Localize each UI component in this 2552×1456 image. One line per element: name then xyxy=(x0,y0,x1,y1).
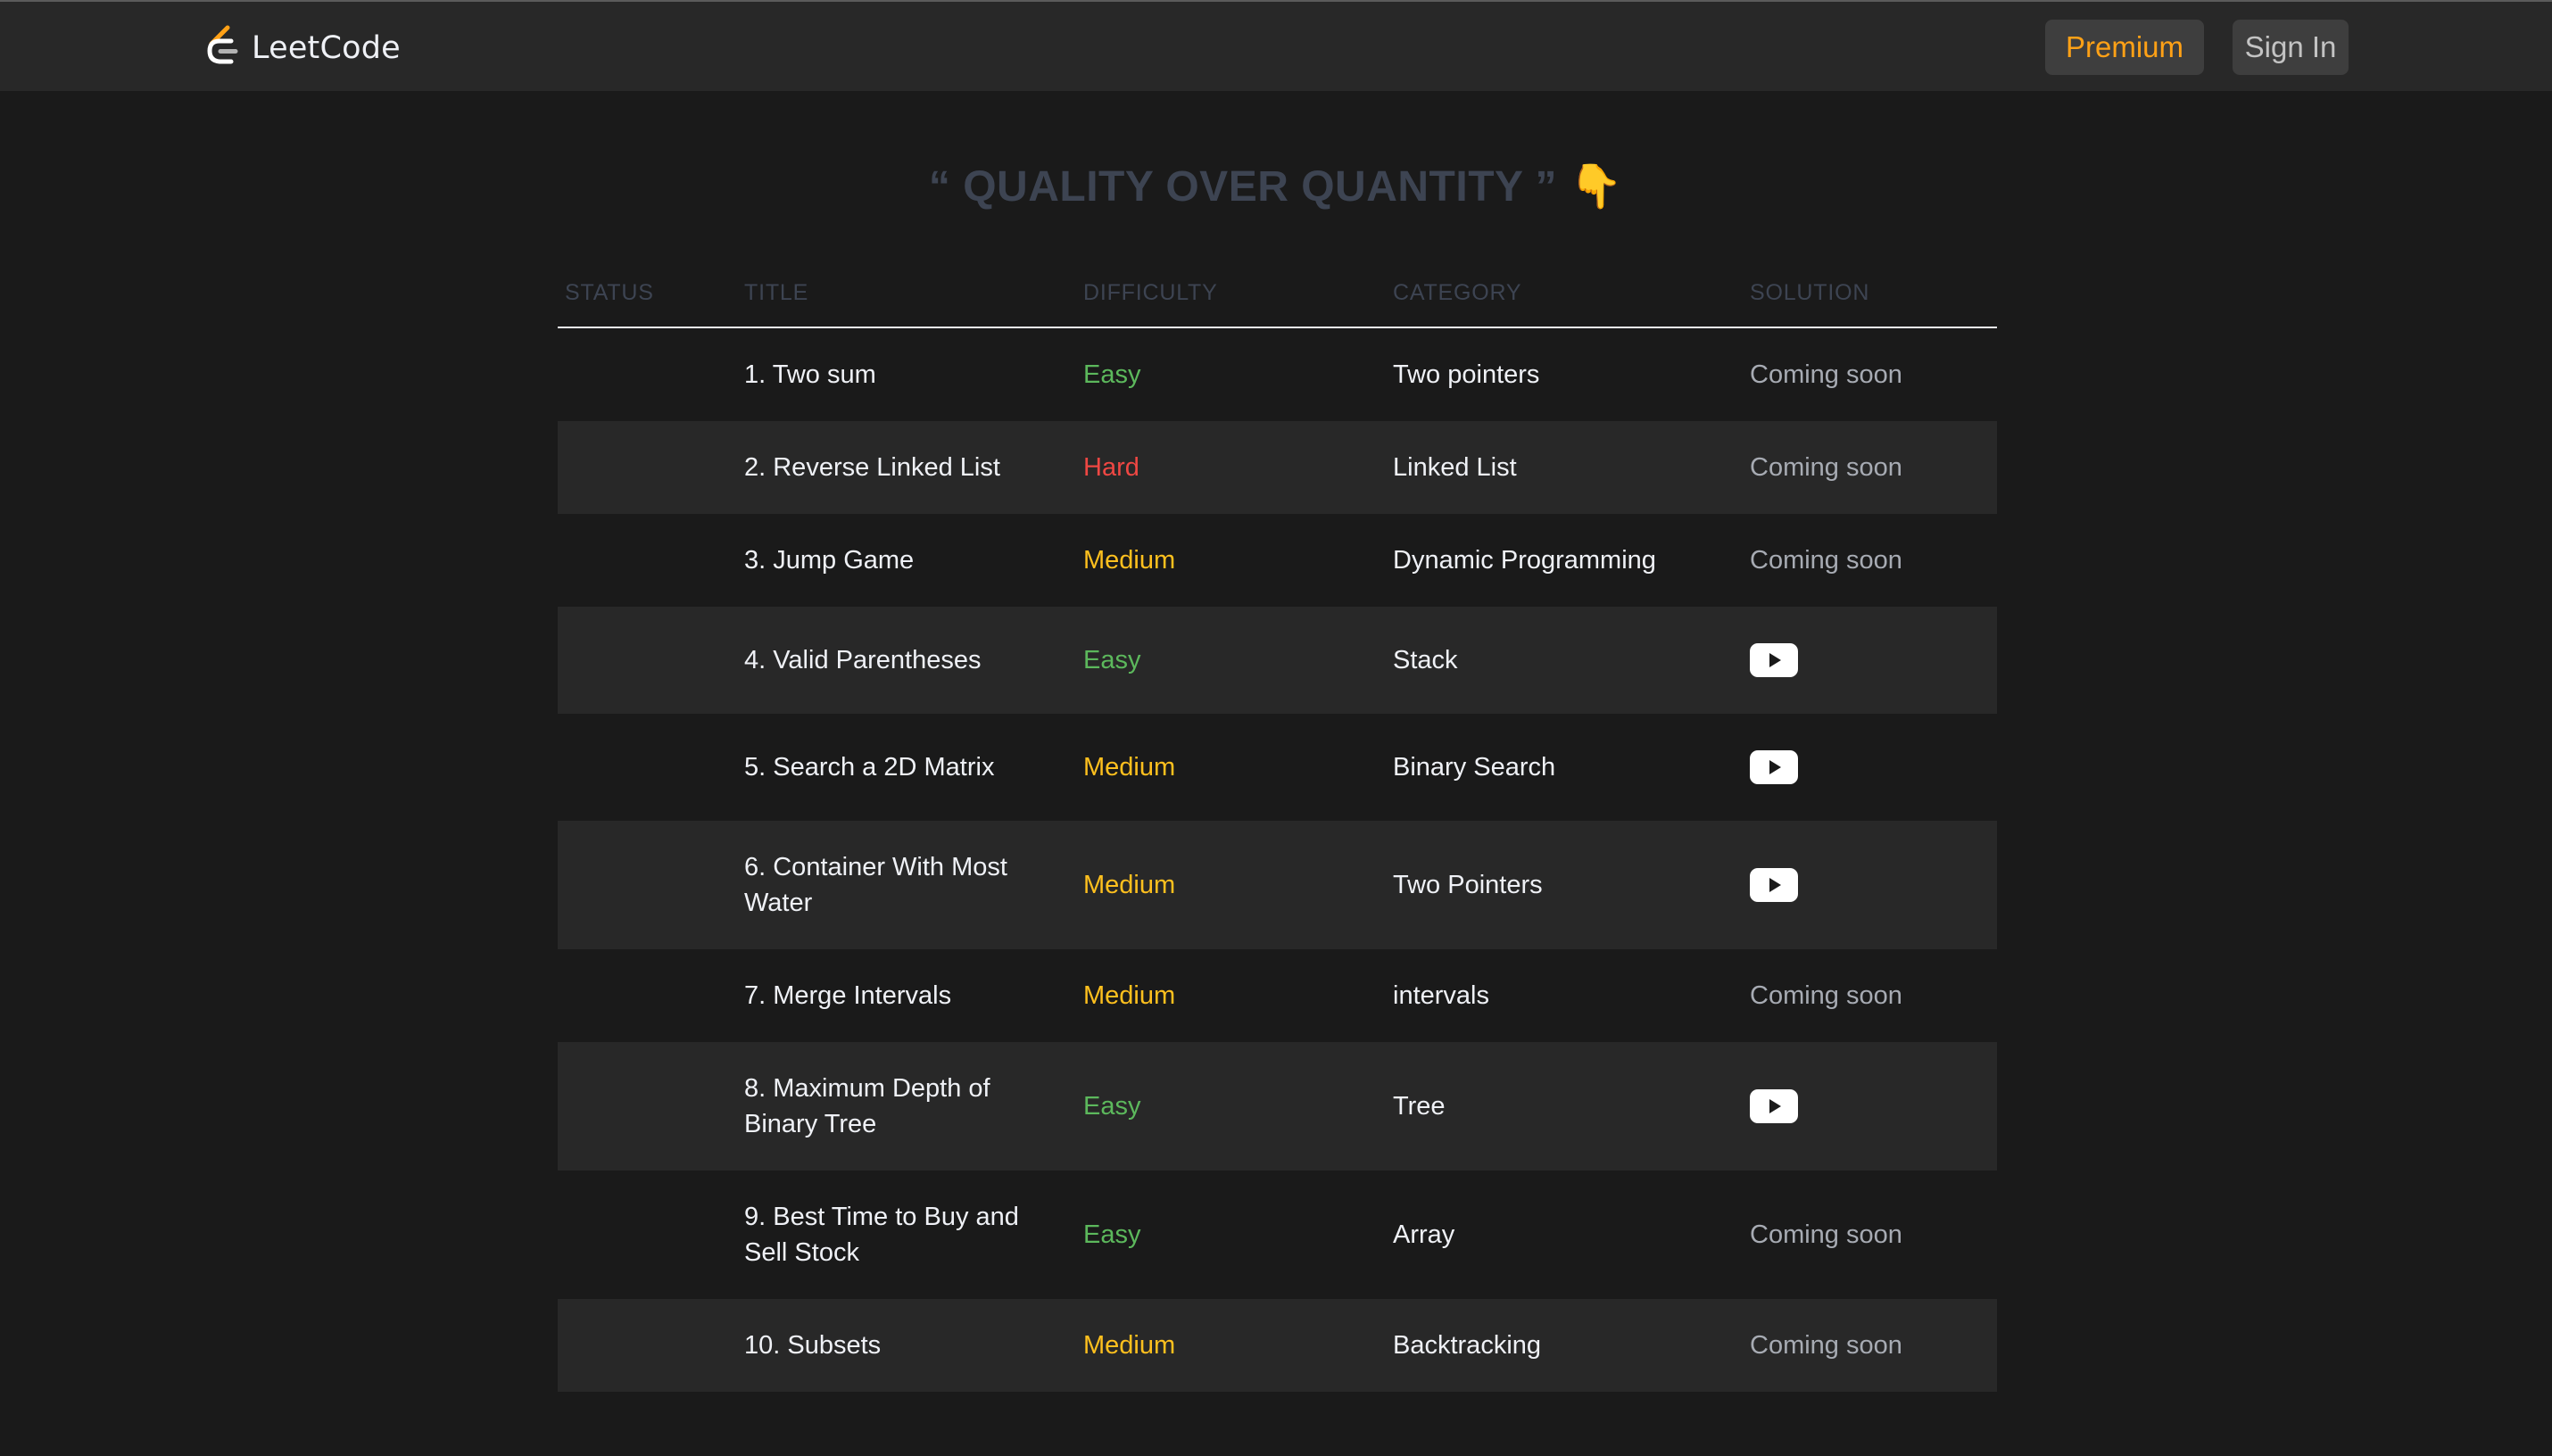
solution-cell xyxy=(1750,607,1798,714)
problem-title-link[interactable]: 7. Merge Intervals xyxy=(744,949,1048,1042)
header-category: CATEGORY xyxy=(1393,280,1522,305)
problem-title-link[interactable]: 8. Maximum Depth of Binary Tree xyxy=(744,1042,1048,1171)
category-label: Two pointers xyxy=(1393,360,1540,389)
heading-text: “ QUALITY OVER QUANTITY ” xyxy=(928,163,1557,211)
problem-title-link[interactable]: 1. Two sum xyxy=(744,328,1048,421)
status-cell xyxy=(565,607,725,714)
solution-cell xyxy=(1750,821,1798,949)
table-row: 8. Maximum Depth of Binary Tree Easy Tree xyxy=(558,1042,1997,1171)
category-label: Binary Search xyxy=(1393,753,1556,782)
table-row: 2. Reverse Linked List Hard Linked List Com… xyxy=(558,421,1997,514)
header-status: STATUS xyxy=(565,280,654,305)
solution-coming-soon: Coming soon xyxy=(1750,546,1902,575)
header-difficulty: DIFFICULTY xyxy=(1083,280,1218,305)
play-triangle-icon xyxy=(1769,1099,1781,1113)
problem-title-link[interactable]: 9. Best Time to Buy and Sell Stock xyxy=(744,1171,1048,1299)
status-cell xyxy=(565,1299,725,1392)
problem-title-link[interactable]: 6. Container With Most Water xyxy=(744,821,1048,949)
difficulty-label: Medium xyxy=(1083,871,1176,899)
difficulty-label: Easy xyxy=(1083,646,1141,674)
play-triangle-icon xyxy=(1769,653,1781,667)
problem-title-link[interactable]: 5. Search a 2D Matrix xyxy=(744,714,1048,821)
play-triangle-icon xyxy=(1769,760,1781,774)
status-cell xyxy=(565,1171,725,1299)
table-header: STATUS TITLE DIFFICULTY CATEGORY SOLUTIO… xyxy=(558,268,1997,328)
status-cell xyxy=(565,328,725,421)
difficulty-label: Easy xyxy=(1083,360,1141,389)
category-label: Two Pointers xyxy=(1393,871,1543,899)
category-label: Array xyxy=(1393,1220,1455,1249)
youtube-play-icon[interactable] xyxy=(1750,868,1798,902)
status-cell xyxy=(565,949,725,1042)
solution-cell xyxy=(1750,714,1798,821)
status-cell xyxy=(565,821,725,949)
status-cell xyxy=(565,421,725,514)
difficulty-label: Hard xyxy=(1083,453,1139,482)
category-label: Backtracking xyxy=(1393,1331,1542,1360)
header-title: TITLE xyxy=(744,280,809,305)
category-label: Dynamic Programming xyxy=(1393,546,1656,575)
brand-name: LeetCode xyxy=(252,30,401,66)
category-label: intervals xyxy=(1393,981,1489,1010)
youtube-play-icon[interactable] xyxy=(1750,1089,1798,1123)
table-row: 7. Merge Intervals Medium intervals Coming … xyxy=(558,949,1997,1042)
solution-coming-soon: Coming soon xyxy=(1750,453,1902,482)
problems-table: STATUS TITLE DIFFICULTY CATEGORY SOLUTIO… xyxy=(558,268,1997,1392)
youtube-play-icon[interactable] xyxy=(1750,750,1798,784)
solution-coming-soon: Coming soon xyxy=(1750,1220,1902,1249)
status-cell xyxy=(565,714,725,821)
table-row: 9. Best Time to Buy and Sell Stock Easy Ar… xyxy=(558,1171,1997,1299)
difficulty-label: Easy xyxy=(1083,1220,1141,1249)
category-label: Tree xyxy=(1393,1092,1446,1121)
table-row: 3. Jump Game Medium Dynamic Programming Com… xyxy=(558,514,1997,607)
solution-coming-soon: Coming soon xyxy=(1750,360,1902,389)
play-triangle-icon xyxy=(1769,878,1781,892)
brand-logo-link[interactable]: LeetCode xyxy=(203,25,401,71)
table-row: 5. Search a 2D Matrix Medium Binary Search xyxy=(558,714,1997,821)
page: LeetCode Premium Sign In “ QUALITY OVER … xyxy=(0,0,2552,1456)
table-body: 1. Two sum Easy Two pointers Coming soon 2. … xyxy=(558,328,1997,1392)
difficulty-label: Easy xyxy=(1083,1092,1141,1121)
table-row: 1. Two sum Easy Two pointers Coming soon xyxy=(558,328,1997,421)
sign-in-button[interactable]: Sign In xyxy=(2233,20,2349,75)
table-row: 4. Valid Parentheses Easy Stack xyxy=(558,607,1997,714)
pointing-down-emoji-icon: 👇 xyxy=(1569,163,1624,211)
leetcode-logo-icon xyxy=(207,25,238,64)
solution-cell xyxy=(1750,1042,1798,1171)
difficulty-label: Medium xyxy=(1083,753,1176,782)
category-label: Stack xyxy=(1393,646,1458,674)
status-cell xyxy=(565,514,725,607)
header-solution: SOLUTION xyxy=(1750,280,1870,305)
solution-coming-soon: Coming soon xyxy=(1750,1331,1902,1360)
top-navbar: LeetCode Premium Sign In xyxy=(0,0,2552,91)
problem-title-link[interactable]: 10. Subsets xyxy=(744,1299,1048,1392)
status-cell xyxy=(565,1042,725,1171)
difficulty-label: Medium xyxy=(1083,981,1176,1010)
table-row: 6. Container With Most Water Medium Two Po… xyxy=(558,821,1997,949)
category-label: Linked List xyxy=(1393,453,1517,482)
youtube-play-icon[interactable] xyxy=(1750,643,1798,677)
solution-coming-soon: Coming soon xyxy=(1750,981,1902,1010)
problem-title-link[interactable]: 3. Jump Game xyxy=(744,514,1048,607)
problem-title-link[interactable]: 2. Reverse Linked List xyxy=(744,421,1048,514)
table-row: 10. Subsets Medium Backtracking Coming soon xyxy=(558,1299,1997,1392)
difficulty-label: Medium xyxy=(1083,1331,1176,1360)
premium-button[interactable]: Premium xyxy=(2045,20,2204,75)
page-heading: “ QUALITY OVER QUANTITY ” 👇 xyxy=(0,161,2552,211)
problem-title-link[interactable]: 4. Valid Parentheses xyxy=(744,607,1048,714)
difficulty-label: Medium xyxy=(1083,546,1176,575)
